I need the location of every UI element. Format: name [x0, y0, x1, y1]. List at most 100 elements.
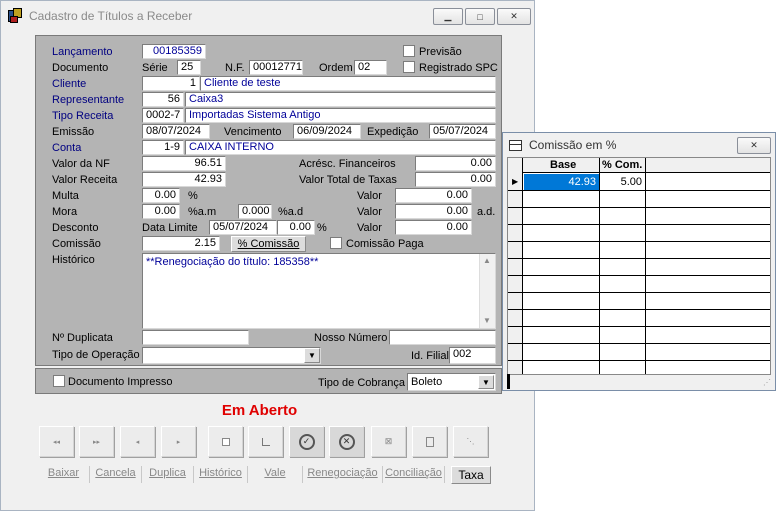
- col-pct-header[interactable]: % Com.: [602, 159, 642, 171]
- historico-scrollbar[interactable]: ▲ ▼: [479, 254, 495, 328]
- table-row: [508, 208, 770, 225]
- valor-nf-field[interactable]: 96.51: [142, 156, 226, 171]
- historico-button[interactable]: Histórico: [194, 466, 248, 483]
- conta-code-field[interactable]: 1-9: [142, 140, 184, 155]
- registrado-spc-checkbox[interactable]: [403, 61, 415, 73]
- representante-code-field[interactable]: 56: [142, 92, 184, 107]
- serie-field[interactable]: 25: [177, 60, 201, 75]
- last-record-button[interactable]: ▸▸: [79, 426, 114, 457]
- acresc-field[interactable]: 0.00: [415, 156, 496, 171]
- refresh-button[interactable]: ⋱: [453, 426, 488, 457]
- renegociacao-button[interactable]: Renegociação: [303, 466, 383, 483]
- expedicao-field[interactable]: 05/07/2024: [429, 124, 496, 139]
- comissao-grid[interactable]: Base % Com. ▶ 42.93 5.00: [507, 157, 771, 375]
- confirm-button[interactable]: ✓: [289, 426, 324, 457]
- duplica-button[interactable]: Duplica: [142, 466, 194, 483]
- label-ad: a.d.: [477, 206, 496, 218]
- stop-icon: [221, 437, 230, 446]
- conta-name-field[interactable]: CAIXA INTERNO: [185, 140, 496, 155]
- desconto-pct-field[interactable]: 0.00: [277, 220, 315, 235]
- mora-ad-field[interactable]: 0.000: [238, 204, 272, 219]
- next-icon: ▸: [176, 438, 181, 446]
- comissao-button[interactable]: % Comissão: [231, 236, 306, 252]
- label-valor-receita: Valor Receita: [52, 174, 118, 186]
- conciliacao-button[interactable]: Conciliação: [383, 466, 445, 483]
- label-documento: Documento: [52, 62, 109, 74]
- print-button[interactable]: [412, 426, 447, 457]
- mora-am-field[interactable]: 0.00: [142, 204, 180, 219]
- emissao-field[interactable]: 08/07/2024: [142, 124, 210, 139]
- tipo-cobranca-dropdown-button[interactable]: ▼: [478, 375, 494, 389]
- cliente-name-field[interactable]: Cliente de teste: [200, 76, 496, 91]
- historico-textarea[interactable]: **Renegociação do título: 185358**: [142, 253, 496, 329]
- mora-valor-field[interactable]: 0.00: [395, 204, 472, 219]
- multa-pct-field[interactable]: 0.00: [142, 188, 180, 203]
- comissao-title: Comissão em %: [529, 138, 617, 152]
- label-desconto-valor: Valor: [357, 222, 382, 234]
- data-limite-field[interactable]: 05/07/2024: [209, 220, 277, 235]
- maximize-button[interactable]: □: [465, 8, 495, 25]
- desconto-valor-field[interactable]: 0.00: [395, 220, 472, 235]
- multa-valor-field[interactable]: 0.00: [395, 188, 472, 203]
- label-tipo-operacao: Tipo de Operação: [52, 349, 140, 361]
- tipo-operacao-dropdown-button[interactable]: ▼: [304, 348, 320, 363]
- label-ordem: Ordem: [319, 62, 353, 74]
- vale-button[interactable]: Vale: [248, 466, 303, 483]
- baixar-button[interactable]: Baixar: [38, 466, 90, 483]
- cell-base[interactable]: 42.93: [524, 174, 599, 190]
- window-title: Cadastro de Títulos a Receber: [29, 9, 193, 23]
- n-duplicata-field[interactable]: [142, 330, 249, 345]
- action-bar: Baixar Cancela Duplica Histórico Vale Re…: [38, 466, 496, 484]
- label-mora-valor: Valor: [357, 206, 382, 218]
- comissao-field[interactable]: 2.15: [142, 236, 220, 251]
- comissao-paga-checkbox[interactable]: [330, 237, 342, 249]
- table-row[interactable]: ▶ 42.93 5.00: [508, 174, 770, 191]
- col-base-header[interactable]: Base: [550, 159, 576, 171]
- cancela-button[interactable]: Cancela: [90, 466, 142, 483]
- nosso-numero-field[interactable]: [389, 330, 496, 345]
- tipo-operacao-select[interactable]: [142, 347, 321, 364]
- close-button[interactable]: ✕: [497, 8, 531, 25]
- label-nosso-numero: Nosso Número: [314, 332, 388, 344]
- label-serie: Série: [142, 62, 168, 74]
- label-conta: Conta: [52, 142, 82, 154]
- resize-grip-icon[interactable]: ⋰: [763, 378, 771, 387]
- representante-name-field[interactable]: Caixa3: [185, 92, 496, 107]
- options-panel: Documento Impresso Tipo de Cobrança Bole…: [35, 368, 502, 394]
- cancel-edit-button[interactable]: ✕: [329, 426, 364, 457]
- label-tipo-cobranca: Tipo de Cobrança: [318, 377, 406, 389]
- last-icon: ▸▸: [92, 438, 101, 446]
- comissao-window: Comissão em % ✕ Base % Com. ▶ 42.93 5.00…: [502, 132, 776, 391]
- previsao-label: Previsão: [419, 46, 462, 58]
- lancamento-field[interactable]: 00185359: [142, 44, 206, 59]
- tipo-receita-code-field[interactable]: 0002-7: [142, 108, 184, 123]
- previsao-checkbox[interactable]: [403, 45, 415, 57]
- scroll-up-icon[interactable]: ▲: [483, 256, 491, 265]
- prev-record-button[interactable]: ◂: [120, 426, 155, 457]
- comissao-titlebar: Comissão em % ✕: [503, 133, 775, 157]
- total-taxas-field[interactable]: 0.00: [415, 172, 496, 187]
- label-tipo-receita: Tipo Receita: [52, 110, 114, 122]
- next-record-button[interactable]: ▸: [161, 426, 196, 457]
- tipo-receita-name-field[interactable]: Importadas Sistema Antigo: [185, 108, 496, 123]
- id-filial-field[interactable]: 002: [449, 347, 496, 364]
- delete-button[interactable]: ⊠: [371, 426, 406, 457]
- stop-button[interactable]: [208, 426, 243, 457]
- app-icon: [7, 8, 23, 24]
- label-lancamento: Lançamento: [52, 46, 113, 58]
- documento-impresso-checkbox[interactable]: [53, 375, 65, 387]
- print-icon: [425, 436, 434, 447]
- edit-button[interactable]: [248, 426, 283, 457]
- comissao-close-button[interactable]: ✕: [737, 137, 771, 154]
- minimize-button[interactable]: ▁: [433, 8, 463, 25]
- cell-pct[interactable]: 5.00: [600, 174, 645, 190]
- ordem-field[interactable]: 02: [354, 60, 387, 75]
- taxa-button[interactable]: Taxa: [451, 466, 491, 484]
- nf-field[interactable]: 00012771: [249, 60, 303, 75]
- table-icon: [509, 139, 522, 151]
- vencimento-field[interactable]: 06/09/2024: [293, 124, 361, 139]
- cliente-code-field[interactable]: 1: [142, 76, 200, 91]
- valor-receita-field[interactable]: 42.93: [142, 172, 226, 187]
- scroll-down-icon[interactable]: ▼: [483, 316, 491, 325]
- first-record-button[interactable]: ◂◂: [39, 426, 74, 457]
